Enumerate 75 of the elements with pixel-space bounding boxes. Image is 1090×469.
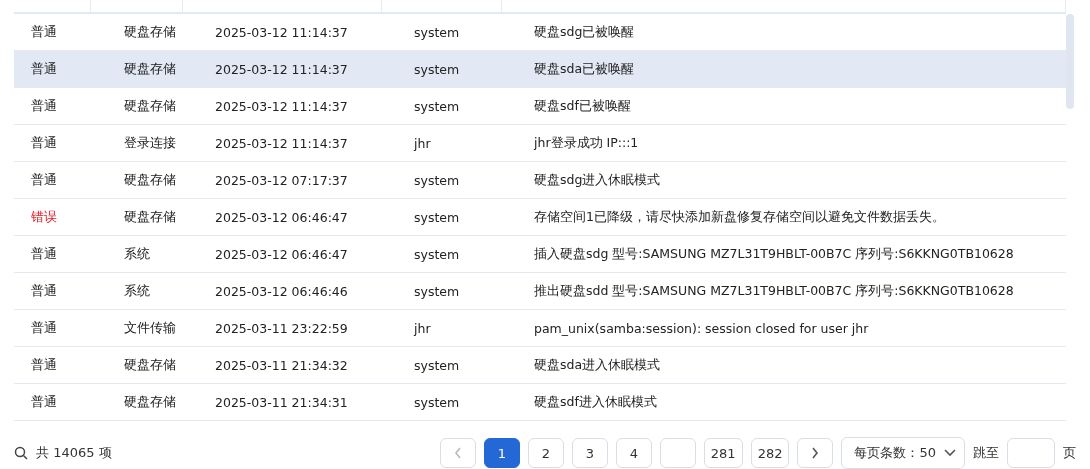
table-cell-text: 系统 [123, 282, 151, 300]
table-cell-text: 硬盘存储 [123, 60, 177, 78]
table-cell-text: jhr [412, 135, 432, 151]
table-cell-text: 硬盘sdg已被唤醒 [533, 23, 636, 41]
table-cell-text: 硬盘存储 [123, 356, 177, 374]
search-icon [14, 446, 28, 460]
table-cell-text: 2025-03-12 06:46:47 [214, 209, 349, 225]
table-cell-text: 硬盘sdf已被唤醒 [533, 97, 632, 115]
table-cell-text: system [413, 61, 461, 77]
table-cell-text: 2025-03-12 07:17:37 [214, 172, 349, 188]
table-cell-text: system [413, 357, 461, 373]
jump-label: 跳至 [973, 444, 999, 462]
table-cell-text: 硬盘存储 [123, 393, 177, 411]
table-cell-text: 推出硬盘sdd 型号:SAMSUNG MZ7L31T9HBLT-00B7C 序列号:S6KKNG0TB10628 [533, 282, 1015, 300]
table-cell-text: system [413, 209, 461, 225]
table-cell-text: 硬盘存储 [123, 97, 177, 115]
table-cell-text: 2025-03-12 06:46:46 [214, 283, 349, 299]
table-cell-text: 硬盘存储 [123, 171, 177, 189]
page-button[interactable]: 2 [527, 438, 564, 468]
table-cell-text: 存储空间1已降级，请尽快添加新盘修复存储空间以避免文件数据丢失。 [533, 208, 946, 226]
table-cell-text: jhr [412, 320, 432, 336]
table-cell-text: 2025-03-12 06:46:47 [214, 246, 349, 262]
page-button[interactable]: 3 [571, 438, 608, 468]
table-cell-text: system [413, 246, 461, 262]
table-cell-text: 错误 [30, 208, 58, 226]
page-button[interactable]: 1 [483, 438, 520, 468]
table-cell-text: 普通 [30, 134, 58, 152]
table-cell-text: 2025-03-12 11:14:37 [214, 135, 349, 151]
table-cell-text: system [413, 172, 461, 188]
table-cell-text: 硬盘sdg进入休眠模式 [533, 171, 662, 189]
total-count: 共 14065 项 [36, 444, 112, 462]
table-cell-text: 普通 [30, 23, 58, 41]
chevron-down-icon [944, 449, 956, 457]
table-cell-text: 硬盘存储 [123, 208, 177, 226]
table-row[interactable]: 普通 硬盘存储 2025-03-12 11:14:37 system 硬盘sda已被唤醒 [14, 51, 1066, 88]
scrollbar-thumb[interactable] [1066, 14, 1074, 109]
table-cell-text: 2025-03-12 11:14:37 [214, 24, 349, 40]
page-jump-field[interactable] [1007, 438, 1055, 468]
table-cell-text: pam_unix(samba:session): session closed for user jhr [533, 320, 870, 336]
table-cell-text: 硬盘sda进入休眠模式 [533, 356, 662, 374]
page-size-select[interactable]: 每页条数：50 [841, 437, 965, 469]
table-cell-text: 2025-03-11 21:34:31 [214, 394, 349, 410]
table-cell-text: 普通 [30, 319, 58, 337]
next-page-button[interactable] [797, 438, 834, 468]
chevron-right-icon [811, 447, 820, 459]
table-cell-text: 系统 [123, 245, 151, 263]
page-unit-label: 页 [1063, 444, 1076, 462]
table-cell-text: 普通 [30, 356, 58, 374]
table-cell-text: system [413, 98, 461, 114]
more-pages-button[interactable] [659, 438, 696, 468]
table-cell-text: 2025-03-12 11:14:37 [214, 98, 349, 114]
table-cell-text: 2025-03-11 21:34:32 [214, 357, 349, 373]
table-cell-text: 普通 [30, 393, 58, 411]
table-cell-text: 普通 [30, 245, 58, 263]
table-cell-text: 文件传输 [123, 319, 177, 337]
table-cell-text: 普通 [30, 171, 58, 189]
table-cell-text: 普通 [30, 60, 58, 78]
table-cell-text: 硬盘sdf进入休眠模式 [533, 393, 658, 411]
table-cell-text: 普通 [30, 97, 58, 115]
table-cell-text: 硬盘sda已被唤醒 [533, 60, 636, 78]
previous-page-button[interactable] [439, 438, 476, 468]
table-cell-text: 硬盘存储 [123, 23, 177, 41]
page-button[interactable]: 282 [750, 438, 790, 468]
table-cell-text: 登录连接 [123, 134, 177, 152]
page-button[interactable]: 281 [703, 438, 743, 468]
table-cell-text: system [413, 283, 461, 299]
table-cell-text: system [413, 394, 461, 410]
page-button[interactable]: 4 [615, 438, 652, 468]
table-cell-text: 2025-03-12 11:14:37 [214, 61, 349, 77]
table-cell-text: 2025-03-11 23:22:59 [214, 320, 349, 336]
table-cell-text: system [413, 24, 461, 40]
table-cell-text: jhr登录成功 IP:::1 [532, 134, 640, 152]
chevron-left-icon [453, 447, 462, 459]
table-cell-text: 插入硬盘sdg 型号:SAMSUNG MZ7L31T9HBLT-00B7C 序列号:S6KKNG0TB10628 [533, 245, 1015, 263]
table-cell-text: 普通 [30, 282, 58, 300]
